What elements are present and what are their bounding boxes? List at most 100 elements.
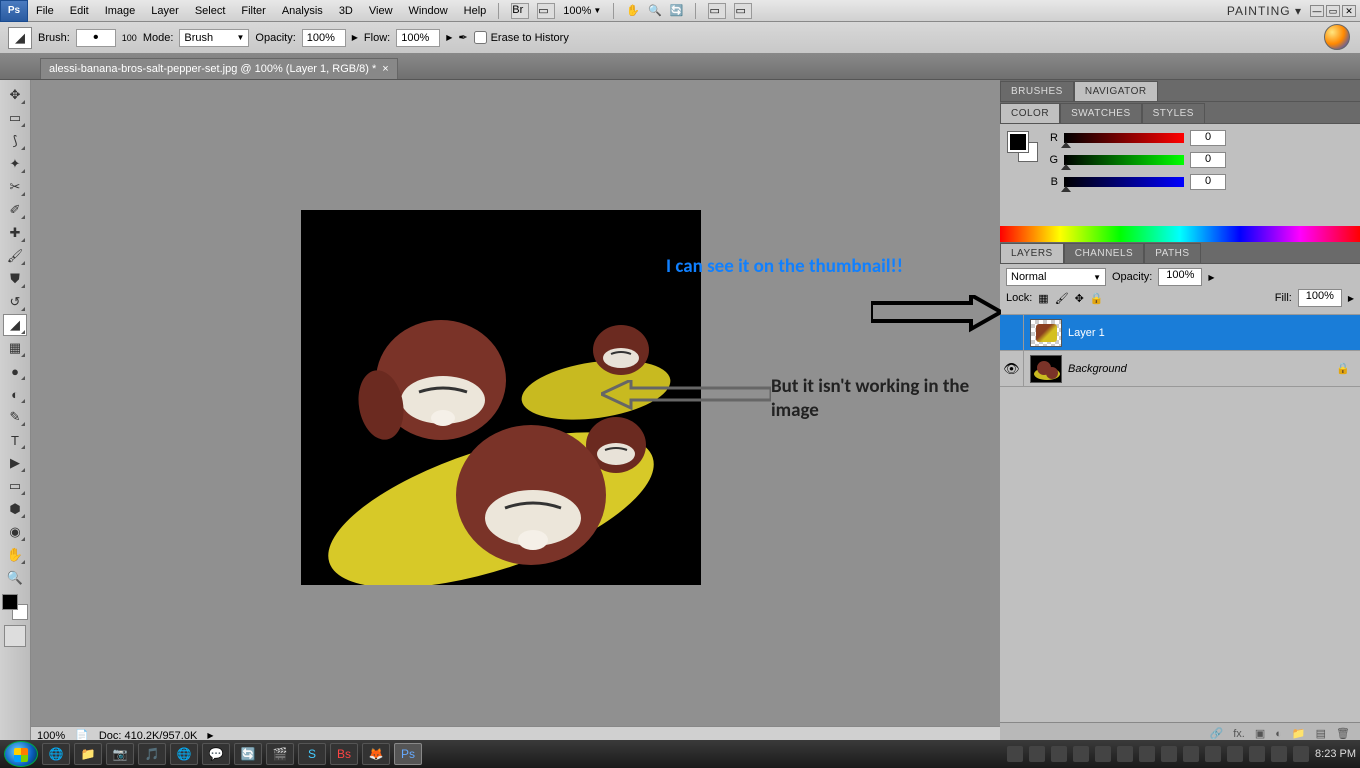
blend-mode-combo[interactable]: Normal▼ [1006, 268, 1106, 286]
color-panel-swatches[interactable] [1008, 132, 1038, 162]
tray-icon[interactable] [1293, 746, 1309, 762]
zoom-tool-icon[interactable]: 🔍 [648, 4, 662, 17]
zoom-tool[interactable]: 🔍 [3, 567, 27, 589]
clock[interactable]: 8:23 PM [1315, 748, 1356, 760]
type-tool[interactable]: T [3, 429, 27, 451]
eraser-tool[interactable]: ◢ [3, 314, 27, 336]
visibility-toggle-icon[interactable]: 👁 [1003, 361, 1020, 377]
workspace-switcher[interactable]: PAINTING ▾ [1227, 4, 1302, 18]
close-tab-icon[interactable]: × [382, 63, 388, 75]
layer-thumbnail[interactable] [1030, 319, 1062, 347]
3d-camera-tool[interactable]: ◉ [3, 521, 27, 543]
zoom-level-combo[interactable]: 100% ▼ [563, 5, 601, 17]
layer-mask-icon[interactable]: ▣ [1255, 727, 1265, 740]
link-layers-icon[interactable]: 🔗 [1210, 727, 1224, 740]
blur-tool[interactable]: ● [3, 360, 27, 382]
menu-view[interactable]: View [361, 5, 401, 17]
bridge-icon[interactable]: Br [511, 3, 529, 19]
tray-icon[interactable] [1161, 746, 1177, 762]
layer-name[interactable]: Layer 1 [1068, 327, 1105, 339]
move-tool[interactable]: ✥ [3, 84, 27, 106]
healing-tool[interactable]: ✚ [3, 222, 27, 244]
opacity-arrow-icon[interactable]: ▶ [352, 33, 358, 42]
taskbar-app-icon[interactable]: Bs [330, 743, 358, 765]
color-panel-tab[interactable]: COLOR [1000, 103, 1060, 123]
quick-select-tool[interactable]: ✦ [3, 153, 27, 175]
tray-icon[interactable] [1205, 746, 1221, 762]
foreground-color-swatch[interactable] [2, 594, 18, 610]
lasso-tool[interactable]: ⟆ [3, 130, 27, 152]
color-swatches[interactable] [2, 594, 28, 620]
airbrush-icon[interactable]: ✒ [458, 31, 467, 44]
menu-file[interactable]: File [28, 5, 62, 17]
delete-layer-icon[interactable]: 🗑 [1336, 727, 1350, 740]
flow-field[interactable]: 100% [396, 29, 440, 47]
tray-icon[interactable] [1029, 746, 1045, 762]
stamp-tool[interactable]: ⛊ [3, 268, 27, 290]
path-select-tool[interactable]: ▶ [3, 452, 27, 474]
fill-field[interactable]: 100% [1298, 289, 1342, 307]
arrange-docs-icon[interactable]: ▭ [537, 3, 555, 19]
quick-mask-toggle[interactable] [4, 625, 26, 647]
menu-image[interactable]: Image [97, 5, 144, 17]
tray-icon[interactable] [1249, 746, 1265, 762]
b-slider[interactable] [1064, 177, 1184, 187]
navigator-panel-tab[interactable]: NAVIGATOR [1074, 81, 1158, 101]
layer-opacity-field[interactable]: 100% [1158, 268, 1202, 286]
menu-help[interactable]: Help [456, 5, 495, 17]
rotate-view-icon[interactable]: 🔄 [670, 4, 684, 17]
minimize-button[interactable]: — [1310, 5, 1324, 17]
taskbar-app-icon[interactable]: 💬 [202, 743, 230, 765]
lock-all-icon[interactable]: 🔒 [1090, 292, 1104, 305]
taskbar-app-icon[interactable]: S [298, 743, 326, 765]
restore-button[interactable]: ▭ [1326, 5, 1340, 17]
paths-panel-tab[interactable]: PATHS [1144, 243, 1200, 263]
tray-icon[interactable] [1007, 746, 1023, 762]
layer-row[interactable]: 👁 Background 🔒 [1000, 351, 1360, 387]
layer-row[interactable]: 👁 Layer 1 [1000, 315, 1360, 351]
flow-arrow-icon[interactable]: ▶ [446, 33, 452, 42]
opacity-field[interactable]: 100% [302, 29, 346, 47]
g-value-field[interactable]: 0 [1190, 152, 1226, 168]
lock-pixels-icon[interactable]: 🖌 [1055, 292, 1069, 305]
opacity-arrow-icon[interactable]: ▶ [1208, 273, 1214, 282]
brushes-panel-tab[interactable]: BRUSHES [1000, 81, 1074, 101]
g-slider[interactable] [1064, 155, 1184, 165]
tray-icon[interactable] [1117, 746, 1133, 762]
screen-mode-icon[interactable]: ▭ [708, 3, 726, 19]
taskbar-app-icon[interactable]: 🌐 [170, 743, 198, 765]
group-icon[interactable]: 📁 [1292, 727, 1306, 740]
brush-tool[interactable]: 🖌 [3, 245, 27, 267]
menu-3d[interactable]: 3D [331, 5, 361, 17]
fill-arrow-icon[interactable]: ▶ [1348, 294, 1354, 303]
history-brush-tool[interactable]: ↺ [3, 291, 27, 313]
marquee-tool[interactable]: ▭ [3, 107, 27, 129]
lock-transparency-icon[interactable]: ▦ [1038, 292, 1048, 305]
tray-icon[interactable] [1227, 746, 1243, 762]
document-tab[interactable]: alessi-banana-bros-salt-pepper-set.jpg @… [40, 58, 398, 79]
taskbar-app-icon[interactable]: 📁 [74, 743, 102, 765]
hand-tool[interactable]: ✋ [3, 544, 27, 566]
3d-tool[interactable]: ⬢ [3, 498, 27, 520]
tray-icon[interactable] [1095, 746, 1111, 762]
layer-style-icon[interactable]: fx. [1233, 728, 1245, 740]
menu-layer[interactable]: Layer [143, 5, 187, 17]
taskbar-app-icon[interactable]: 🎬 [266, 743, 294, 765]
new-layer-icon[interactable]: ▤ [1316, 727, 1326, 740]
current-tool-eraser-icon[interactable]: ◢ [8, 27, 32, 49]
taskbar-app-icon[interactable]: 🌐 [42, 743, 70, 765]
styles-panel-tab[interactable]: STYLES [1142, 103, 1205, 123]
r-value-field[interactable]: 0 [1190, 130, 1226, 146]
blend-mode-combo[interactable]: Brush ▼ [179, 29, 249, 47]
pen-tool[interactable]: ✎ [3, 406, 27, 428]
taskbar-app-icon[interactable]: 🔄 [234, 743, 262, 765]
color-spectrum[interactable] [1000, 226, 1360, 242]
taskbar-app-icon[interactable]: 🎵 [138, 743, 166, 765]
swatches-panel-tab[interactable]: SWATCHES [1060, 103, 1142, 123]
layer-name[interactable]: Background [1068, 363, 1127, 375]
menu-analysis[interactable]: Analysis [274, 5, 331, 17]
tray-icon[interactable] [1051, 746, 1067, 762]
taskbar-app-icon[interactable]: 🦊 [362, 743, 390, 765]
dodge-tool[interactable]: ◐ [3, 383, 27, 405]
adjustment-layer-icon[interactable]: ◐ [1275, 728, 1282, 740]
